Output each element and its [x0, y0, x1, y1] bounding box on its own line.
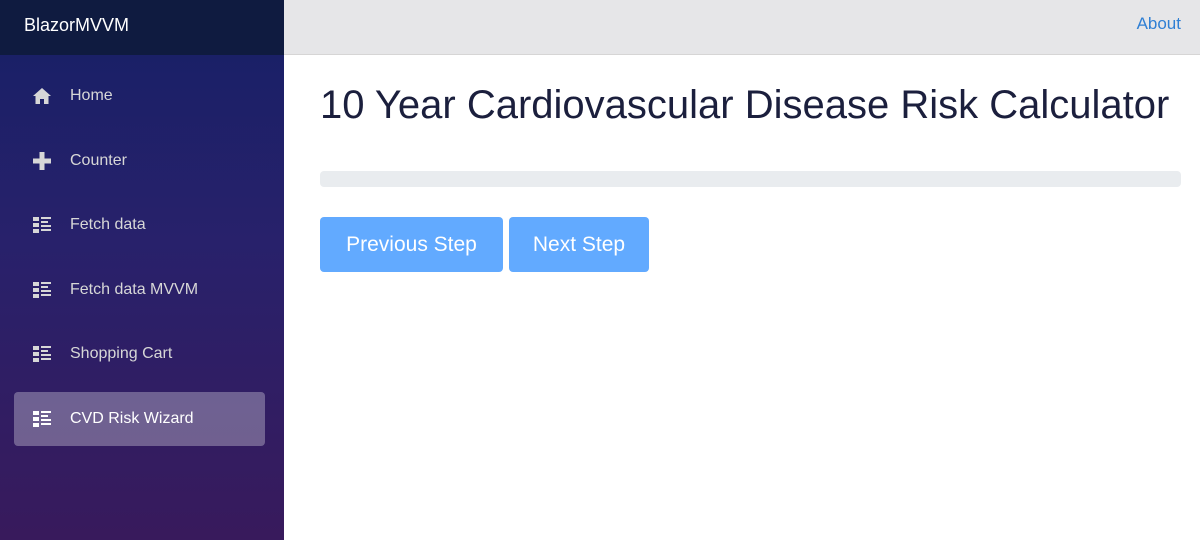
- sidebar-item-label: Shopping Cart: [70, 345, 173, 362]
- list-icon: [32, 215, 52, 235]
- plus-icon: [32, 151, 52, 171]
- sidebar-item-label: Counter: [70, 151, 127, 169]
- sidebar-item-counter[interactable]: Counter: [14, 134, 265, 188]
- sidebar-item-label: Home: [70, 87, 113, 104]
- next-step-button[interactable]: Next Step: [509, 217, 649, 272]
- wizard-progress-bar: [320, 171, 1181, 187]
- home-icon: [32, 86, 52, 106]
- list-icon: [32, 344, 52, 364]
- about-link[interactable]: About: [1137, 14, 1181, 34]
- top-bar: About: [284, 0, 1200, 55]
- sidebar-item-label: Fetch data MVVM: [70, 280, 199, 298]
- nav-menu: Home Counter Fetch data Fetch data MVVM …: [0, 55, 284, 446]
- brand-title[interactable]: BlazorMVVM: [0, 0, 284, 55]
- wizard-buttons: Previous Step Next Step: [320, 217, 1180, 272]
- page-title: 10 Year Cardiovascular Disease Risk Calc…: [320, 83, 1170, 127]
- sidebar-item-fetch-data-mvvm[interactable]: Fetch data MVVM: [14, 263, 265, 317]
- sidebar-item-cvd-risk-wizard[interactable]: CVD Risk Wizard: [14, 391, 265, 446]
- list-icon: [32, 280, 52, 300]
- sidebar-item-label: CVD Risk Wizard: [70, 409, 194, 427]
- previous-step-button[interactable]: Previous Step: [320, 217, 503, 272]
- sidebar-item-home[interactable]: Home: [14, 69, 265, 123]
- list-icon: [32, 409, 52, 429]
- sidebar-item-label: Fetch data: [70, 216, 146, 233]
- main-content: 10 Year Cardiovascular Disease Risk Calc…: [320, 78, 1181, 272]
- sidebar-item-fetch-data[interactable]: Fetch data: [14, 198, 265, 252]
- sidebar: BlazorMVVM Home Counter Fetch data Fetch…: [0, 0, 284, 540]
- sidebar-item-shopping-cart[interactable]: Shopping Cart: [14, 327, 265, 381]
